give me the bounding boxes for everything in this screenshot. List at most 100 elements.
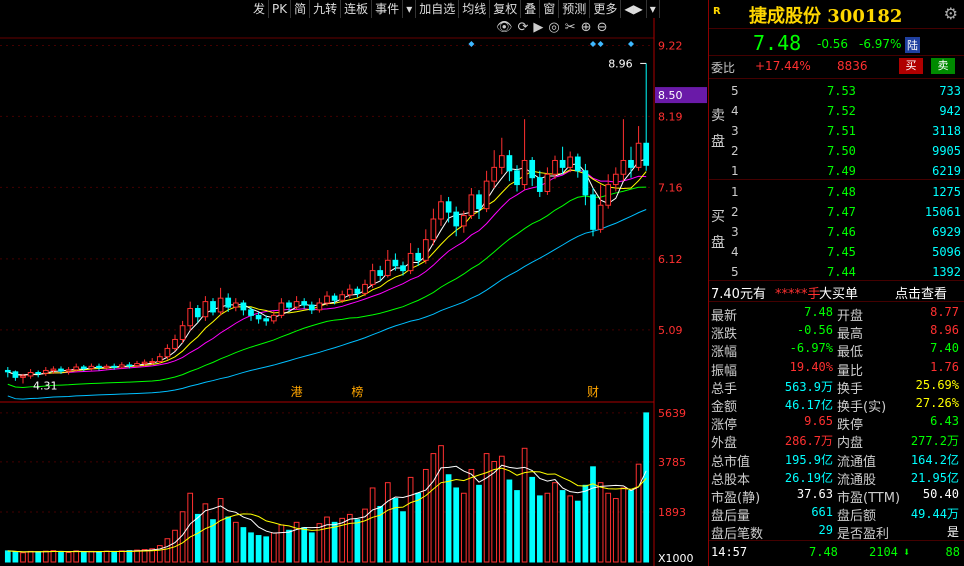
candle-body (263, 318, 270, 322)
stat-value: 21.95亿 (910, 470, 959, 485)
stat-label: 量比 (837, 363, 864, 379)
candle-body (498, 155, 505, 168)
volume-bar (597, 482, 604, 563)
candle-body (278, 302, 285, 316)
candle-body (407, 252, 414, 272)
volume-bar (248, 532, 254, 563)
volume-bar (460, 492, 467, 563)
level-number: 5 (731, 84, 739, 98)
stat-item: 市盈(静) 37.63 (709, 486, 837, 506)
book-level[interactable]: 2 7.47 15061 (731, 202, 963, 222)
stat-value: 563.9万 (784, 379, 833, 394)
stat-value: 164.2亿 (910, 452, 959, 467)
candle-body (316, 302, 323, 311)
book-level[interactable]: 4 7.52 942 (731, 101, 963, 121)
volume-bar (103, 550, 110, 563)
candle-body (12, 371, 19, 378)
level-volume: 6929 (932, 225, 961, 239)
volume-bar (270, 532, 277, 563)
candle-body (172, 338, 178, 349)
stat-item: 换手 25.69% (835, 377, 963, 397)
candle-body (134, 363, 140, 367)
volume-bar (58, 551, 64, 563)
candle-body (369, 270, 376, 285)
stat-item: 最低 7.40 (835, 340, 963, 360)
candle-body (111, 365, 118, 368)
stat-label: 涨跌 (711, 327, 738, 343)
volume-bar (118, 550, 125, 563)
candle-body (80, 366, 87, 369)
stat-label: 最高 (837, 327, 864, 343)
volume-bar (498, 455, 505, 563)
volume-bar (134, 549, 140, 563)
candle-body (415, 252, 422, 261)
book-level[interactable]: 5 7.44 1392 (731, 262, 963, 282)
volume-bar (574, 500, 581, 563)
stat-value: 25.69% (915, 377, 959, 392)
book-level[interactable]: 3 7.51 3118 (731, 121, 963, 141)
stat-value: 50.40 (922, 487, 959, 501)
volume-bar (73, 550, 80, 563)
candle-body (529, 159, 536, 179)
stat-label: 盘后笔数 (711, 527, 764, 543)
level-price: 7.46 (827, 225, 856, 239)
buy-button[interactable]: 买 (899, 58, 923, 74)
volume-bar (468, 468, 475, 563)
candle-body (270, 314, 277, 322)
book-level[interactable]: 4 7.45 5096 (731, 242, 963, 262)
candles: 8.96 4.31 港 榜 财 (4, 41, 650, 399)
sell-button[interactable]: 卖 (931, 58, 955, 74)
volume-bar (301, 527, 308, 563)
stat-item: 跌停 6.43 (835, 413, 963, 433)
volume-bar (506, 479, 513, 563)
low-label: 4.31 (33, 380, 58, 393)
candle-body (141, 361, 148, 365)
vol-tick-label: 3785 (658, 456, 686, 469)
candle-body (438, 201, 444, 220)
stat-label: 总手 (711, 381, 738, 397)
book-level[interactable]: 2 7.50 9905 (731, 141, 963, 161)
volume-bar (232, 521, 239, 563)
candle-body (544, 173, 551, 192)
book-level[interactable]: 1 7.48 1275 (731, 182, 963, 202)
candle-body (308, 304, 315, 311)
stat-value: 49.44万 (910, 507, 959, 522)
volume-bar (278, 524, 285, 563)
volume-bar (582, 484, 589, 563)
kline-chart[interactable]: 8.96 4.31 港 榜 财 5639 3785 1893 X1000 9.22 8.19 7.… (0, 0, 708, 566)
ma10-line (7, 169, 647, 376)
candle-body (521, 159, 528, 186)
level-volume: 942 (939, 104, 961, 118)
stat-label: 盘后量 (711, 509, 751, 525)
high-label: 8.96 (608, 57, 633, 70)
event-marker: 财 (587, 385, 599, 399)
stat-value: 是 (946, 525, 959, 540)
volume-bar (620, 487, 627, 563)
level-price: 7.51 (827, 124, 856, 138)
buy-side-label: 买盘 (711, 209, 725, 251)
book-level[interactable]: 3 7.46 6929 (731, 222, 963, 242)
candle-body (286, 302, 292, 308)
volume-bar (438, 445, 444, 563)
candle-body (232, 302, 239, 308)
volume-bar (225, 516, 232, 563)
candle-body (118, 364, 125, 368)
stock-title[interactable]: 捷成股份 300182 (749, 2, 902, 28)
volume-bar (80, 551, 87, 563)
stat-label: 是否盈利 (837, 527, 890, 543)
volume-bar (255, 535, 262, 563)
stat-label: 换手 (837, 381, 864, 397)
level-number: 4 (731, 245, 739, 259)
gear-icon[interactable]: ⚙ (944, 4, 958, 23)
volume-bar (445, 474, 452, 563)
candle-body (377, 270, 384, 276)
ma20-line (7, 169, 647, 376)
stat-label: 市盈(静) (711, 491, 761, 506)
level-volume: 6219 (932, 164, 961, 178)
volume-bar (308, 532, 315, 563)
book-level[interactable]: 1 7.49 6219 (731, 161, 963, 181)
big-order-view-link[interactable]: 点击查看 (895, 283, 947, 302)
event-diamond (628, 41, 634, 47)
price-change: -0.56 (817, 37, 849, 51)
book-level[interactable]: 5 7.53 733 (731, 81, 963, 101)
